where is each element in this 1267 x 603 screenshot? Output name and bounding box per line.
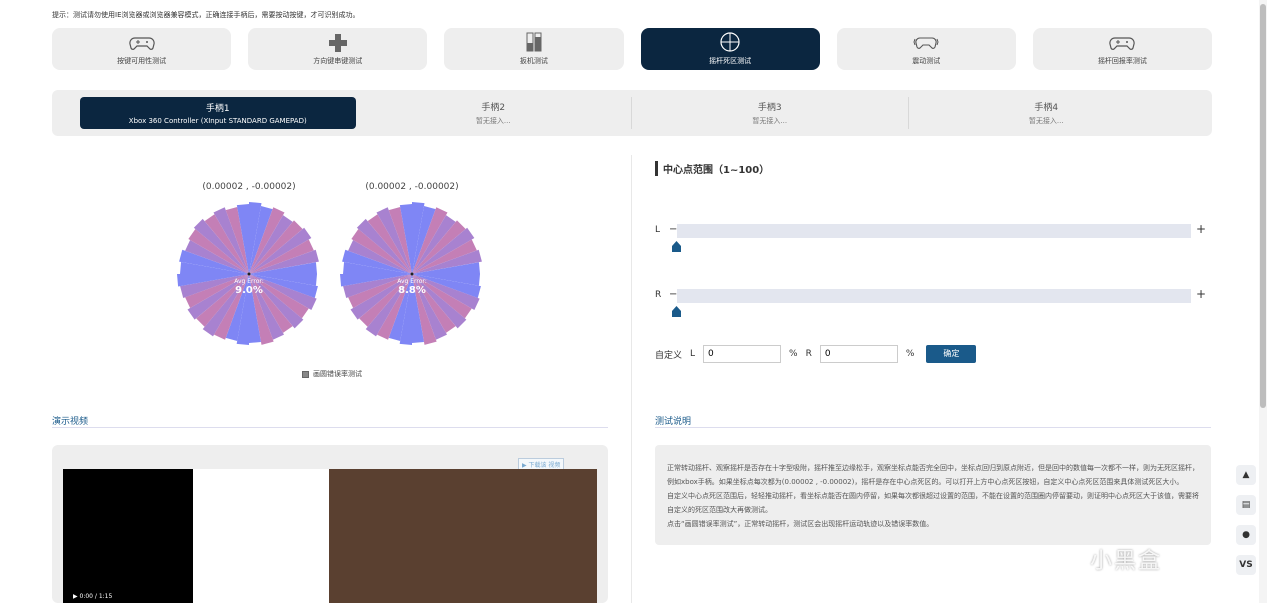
- tab-label: 扳机测试: [519, 57, 548, 65]
- gamepad-icon: [128, 32, 155, 52]
- checkbox-label: 画圆错误率测试: [313, 370, 362, 378]
- tab-trigger-test[interactable]: 扳机测试: [444, 28, 624, 70]
- tab-label: 方向键串键测试: [313, 57, 363, 65]
- error-value: 8.8%: [398, 285, 426, 296]
- stick-position-dot: [410, 272, 414, 276]
- custom-r-input[interactable]: [819, 345, 898, 363]
- error-value: 9.0%: [235, 285, 263, 296]
- custom-l-input[interactable]: [703, 345, 782, 363]
- test-tabs: 按键可用性测试 方向键串键测试 扳机测试 摇杆死区测试 震动测试 摇杆回报率测试: [52, 28, 1213, 70]
- pad-subtitle: 暂无接入...: [1028, 117, 1064, 125]
- gamepad-icon: [1109, 32, 1136, 52]
- pad-subtitle: Xbox 360 Controller (XInput STANDARD GAM…: [128, 117, 307, 125]
- tab-label: 摇杆死区测试: [709, 57, 752, 65]
- video-frame-left: [193, 469, 329, 603]
- stick-position-dot: [247, 272, 251, 276]
- pad-1[interactable]: 手柄1 Xbox 360 Controller (XInput STANDARD…: [80, 97, 356, 129]
- slider-label: R: [655, 290, 662, 300]
- pad-4[interactable]: 手柄4 暂无接入...: [909, 97, 1185, 129]
- custom-range: 自定义 L % R % 确定: [655, 345, 977, 363]
- slider-track[interactable]: [677, 289, 1191, 303]
- tip-text: 提示：测试请勿使用IE浏览器或浏览器兼容模式，正确连接手柄后，需要按动按键，才可…: [52, 11, 360, 19]
- desc-underline: [655, 427, 1211, 428]
- custom-l-label: L: [690, 349, 696, 359]
- demo-underline: [52, 427, 608, 428]
- chat-icon[interactable]: ●: [1236, 525, 1256, 545]
- rocket-icon[interactable]: ▲: [1236, 465, 1256, 485]
- custom-r-label: R: [805, 349, 812, 359]
- left-stick-error: Avg Error: 9.0%: [176, 278, 322, 296]
- pad-title: 手柄2: [481, 103, 506, 113]
- floating-buttons: ▲ ▤ ● VS: [1236, 465, 1258, 575]
- tab-label: 按键可用性测试: [117, 57, 167, 65]
- pad-2[interactable]: 手柄2 暂无接入...: [356, 97, 632, 129]
- page: 提示：测试请勿使用IE浏览器或浏览器兼容模式，正确连接手柄后，需要按动按键，才可…: [0, 0, 1267, 603]
- percent-label: %: [789, 349, 798, 359]
- scrollbar[interactable]: [1259, 0, 1267, 603]
- right-stick-circle: [339, 201, 485, 347]
- pad-title: 手柄4: [1034, 103, 1059, 113]
- custom-label: 自定义: [655, 350, 683, 361]
- tab-vibration-test[interactable]: 震动测试: [836, 28, 1016, 70]
- demo-video[interactable]: ▶ 0:00 / 1:15: [63, 469, 597, 603]
- increase-button[interactable]: +: [1196, 287, 1206, 301]
- watermark: 小黑盒: [1090, 549, 1163, 574]
- range-title: 中心点范围（1~100）: [655, 161, 769, 176]
- tab-report-rate-test[interactable]: 摇杆回报率测试: [1032, 28, 1213, 70]
- pad-subtitle: 暂无接入...: [475, 117, 511, 125]
- scrollbar-thumb[interactable]: [1260, 4, 1266, 408]
- left-stick-circle: [176, 201, 322, 347]
- crosshair-icon: [717, 32, 743, 52]
- desc-line: 自定义中心点死区范围后，轻轻推动摇杆，看坐标点能否在圆内停留，如果每次都很超过设…: [667, 492, 1199, 500]
- vs-button[interactable]: VS: [1236, 555, 1256, 575]
- pad-subtitle: 暂无接入...: [752, 117, 788, 125]
- left-stick-coord: (0.00002 , -0.00002): [202, 182, 296, 192]
- increase-button[interactable]: +: [1196, 222, 1206, 236]
- dpad-icon: [325, 32, 351, 52]
- description-box: 正常转动摇杆、观察摇杆是否存在十字型吸附，摇杆推至边缘松手，观察坐标点能否完全回…: [655, 445, 1211, 545]
- tab-deadzone-test[interactable]: 摇杆死区测试: [640, 28, 820, 70]
- desc-line: 自定义的死区范围改大再做测试。: [667, 506, 772, 514]
- r-range-slider: R − +: [655, 287, 1215, 317]
- desc-line: 例如xbox手柄。如果坐标点每次都为(0.00002 , -0.00002)，摇…: [667, 478, 1184, 486]
- l-range-slider: L − +: [655, 222, 1215, 252]
- percent-label: %: [905, 349, 915, 359]
- pad-title: 手柄1: [205, 104, 230, 114]
- tab-label: 震动测试: [912, 57, 941, 65]
- pad-3[interactable]: 手柄3 暂无接入...: [632, 97, 909, 129]
- slider-label: L: [655, 225, 661, 235]
- slider-handle[interactable]: [672, 241, 681, 252]
- gamepad-selector: 手柄1 Xbox 360 Controller (XInput STANDARD…: [52, 90, 1212, 136]
- trigger-icon: [521, 32, 547, 52]
- clipboard-icon[interactable]: ▤: [1236, 495, 1256, 515]
- confirm-button[interactable]: 确定: [926, 345, 977, 363]
- pad-title: 手柄3: [757, 103, 782, 113]
- tab-dpad-test[interactable]: 方向键串键测试: [248, 28, 428, 70]
- vibration-icon: [913, 32, 939, 52]
- desc-title: 测试说明: [655, 417, 692, 427]
- tab-label: 摇杆回报率测试: [1097, 57, 1147, 65]
- slider-handle[interactable]: [672, 306, 681, 317]
- right-stick-error: Avg Error: 8.8%: [339, 278, 485, 296]
- error-label: Avg Error:: [234, 278, 264, 285]
- error-label: Avg Error:: [397, 278, 427, 285]
- desc-line: 点击“画圆错误率测试”，正常转动摇杆，测试区会出现摇杆运动轨迹以及错误率数值。: [667, 520, 934, 528]
- desc-line: 正常转动摇杆、观察摇杆是否存在十字型吸附，摇杆推至边缘松手，观察坐标点能否完全回…: [667, 464, 1199, 472]
- column-divider: [631, 155, 632, 603]
- right-stick-coord: (0.00002 , -0.00002): [365, 182, 459, 192]
- video-controls[interactable]: ▶ 0:00 / 1:15: [63, 591, 597, 603]
- video-frame-right: [329, 469, 597, 603]
- checkbox-icon[interactable]: [302, 370, 309, 378]
- slider-track[interactable]: [677, 224, 1191, 238]
- circle-error-checkbox[interactable]: 画圆错误率测试: [302, 369, 362, 379]
- demo-title: 演示视频: [52, 417, 89, 427]
- tab-button-test[interactable]: 按键可用性测试: [52, 28, 232, 70]
